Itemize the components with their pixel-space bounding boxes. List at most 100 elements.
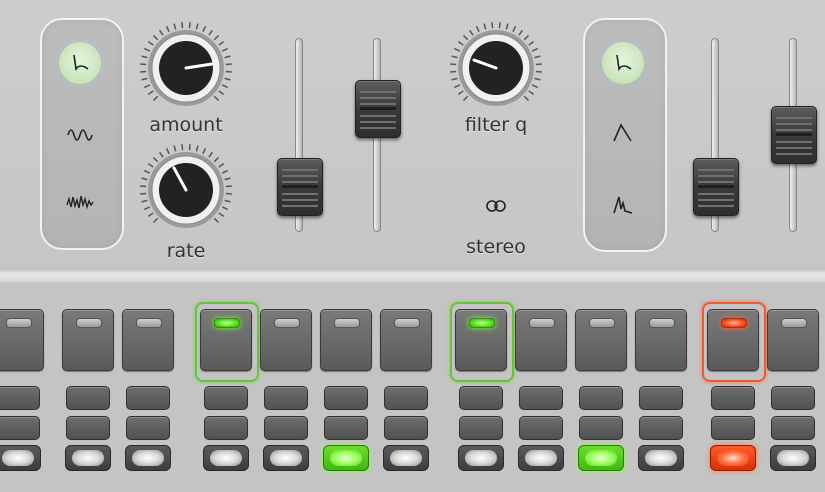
step-option-button[interactable] (0, 386, 40, 410)
spike-envelope-icon (613, 196, 633, 214)
stereo-rings-icon (486, 200, 506, 212)
step-option-button[interactable] (126, 416, 170, 440)
envelope-slider-2[interactable] (768, 30, 818, 240)
step-option-button[interactable] (324, 416, 368, 440)
step-pad[interactable] (767, 309, 819, 371)
step-led (589, 318, 615, 328)
lfo-slider-2[interactable] (352, 30, 402, 240)
step-option-button[interactable] (126, 386, 170, 410)
step-trigger-button[interactable] (65, 445, 111, 471)
step-option-button[interactable] (204, 386, 248, 410)
amount-knob[interactable] (138, 20, 234, 120)
rate-knob[interactable] (138, 142, 234, 242)
step-trigger-button[interactable] (0, 445, 41, 471)
envelope-attack-decay-button[interactable] (602, 112, 644, 154)
sine-wave-icon (67, 129, 93, 141)
step-option-button[interactable] (66, 416, 110, 440)
step-option-button[interactable] (519, 386, 563, 410)
decay-envelope-icon (73, 54, 89, 72)
step-trigger-button[interactable] (383, 445, 429, 471)
decay-envelope-icon (616, 54, 632, 72)
envelope-spike-button[interactable] (602, 184, 644, 226)
step-option-button[interactable] (459, 386, 503, 410)
sequencer-step (122, 282, 182, 492)
step-option-button[interactable] (204, 416, 248, 440)
step-option-button[interactable] (771, 386, 815, 410)
trigger-light (210, 450, 242, 466)
step-trigger-button[interactable] (458, 445, 504, 471)
step-trigger-button[interactable] (578, 445, 624, 471)
attack-decay-icon (613, 123, 632, 142)
step-trigger-button[interactable] (770, 445, 816, 471)
step-option-button[interactable] (66, 386, 110, 410)
step-pad[interactable] (380, 309, 432, 371)
filter-q-knob[interactable] (448, 20, 544, 120)
step-pad[interactable] (455, 309, 507, 371)
rate-knob-graphic (140, 144, 232, 228)
waveform-noise-button[interactable] (59, 182, 101, 224)
step-option-button[interactable] (459, 416, 503, 440)
step-option-button[interactable] (264, 416, 308, 440)
stereo-label: stereo (466, 236, 526, 258)
sequencer-step (515, 282, 575, 492)
step-pad[interactable] (0, 309, 44, 371)
step-trigger-button[interactable] (203, 445, 249, 471)
stereo-toggle[interactable] (482, 196, 510, 216)
step-pad[interactable] (575, 309, 627, 371)
step-option-button[interactable] (519, 416, 563, 440)
step-pad[interactable] (515, 309, 567, 371)
step-pad[interactable] (707, 309, 759, 371)
step-option-button[interactable] (264, 386, 308, 410)
trigger-light (465, 450, 497, 466)
step-trigger-button[interactable] (638, 445, 684, 471)
step-led (529, 318, 555, 328)
step-pad[interactable] (635, 309, 687, 371)
step-option-button[interactable] (579, 416, 623, 440)
step-pad[interactable] (320, 309, 372, 371)
sequencer-step (767, 282, 825, 492)
slider-thumb[interactable] (771, 105, 817, 164)
slider-thumb[interactable] (693, 158, 739, 216)
step-option-button[interactable] (639, 386, 683, 410)
slider-thumb[interactable] (355, 80, 401, 138)
sequencer-step (380, 282, 440, 492)
step-pad[interactable] (62, 309, 114, 371)
step-option-button[interactable] (711, 386, 755, 410)
step-led (6, 318, 32, 328)
step-led (214, 318, 240, 328)
step-option-button[interactable] (384, 386, 428, 410)
lfo-waveform-selector (40, 18, 124, 250)
step-trigger-button[interactable] (518, 445, 564, 471)
waveform-sine-button[interactable] (59, 114, 101, 156)
step-option-button[interactable] (384, 416, 428, 440)
lfo-slider-1[interactable] (274, 30, 324, 240)
envelope-slider-1[interactable] (690, 30, 740, 240)
step-led (274, 318, 300, 328)
waveform-decay-button[interactable] (59, 42, 101, 84)
step-led (649, 318, 675, 328)
step-led (136, 318, 162, 328)
step-trigger-button[interactable] (263, 445, 309, 471)
step-option-button[interactable] (771, 416, 815, 440)
step-trigger-button[interactable] (710, 445, 756, 471)
amount-label: amount (149, 114, 223, 136)
sequencer-step (575, 282, 635, 492)
sequencer-step (0, 282, 52, 492)
slider-thumb[interactable] (277, 158, 323, 216)
step-option-button[interactable] (639, 416, 683, 440)
step-pad[interactable] (122, 309, 174, 371)
trigger-light (132, 450, 164, 466)
step-pad[interactable] (200, 309, 252, 371)
envelope-decay-button[interactable] (602, 42, 644, 84)
trigger-light (72, 450, 104, 466)
step-trigger-button[interactable] (323, 445, 369, 471)
step-trigger-button[interactable] (125, 445, 171, 471)
filter-q-label: filter q (464, 114, 528, 136)
step-option-button[interactable] (711, 416, 755, 440)
trigger-light (330, 450, 362, 466)
step-pad[interactable] (260, 309, 312, 371)
step-option-button[interactable] (324, 386, 368, 410)
step-option-button[interactable] (579, 386, 623, 410)
sequencer-step (450, 282, 515, 492)
step-option-button[interactable] (0, 416, 40, 440)
